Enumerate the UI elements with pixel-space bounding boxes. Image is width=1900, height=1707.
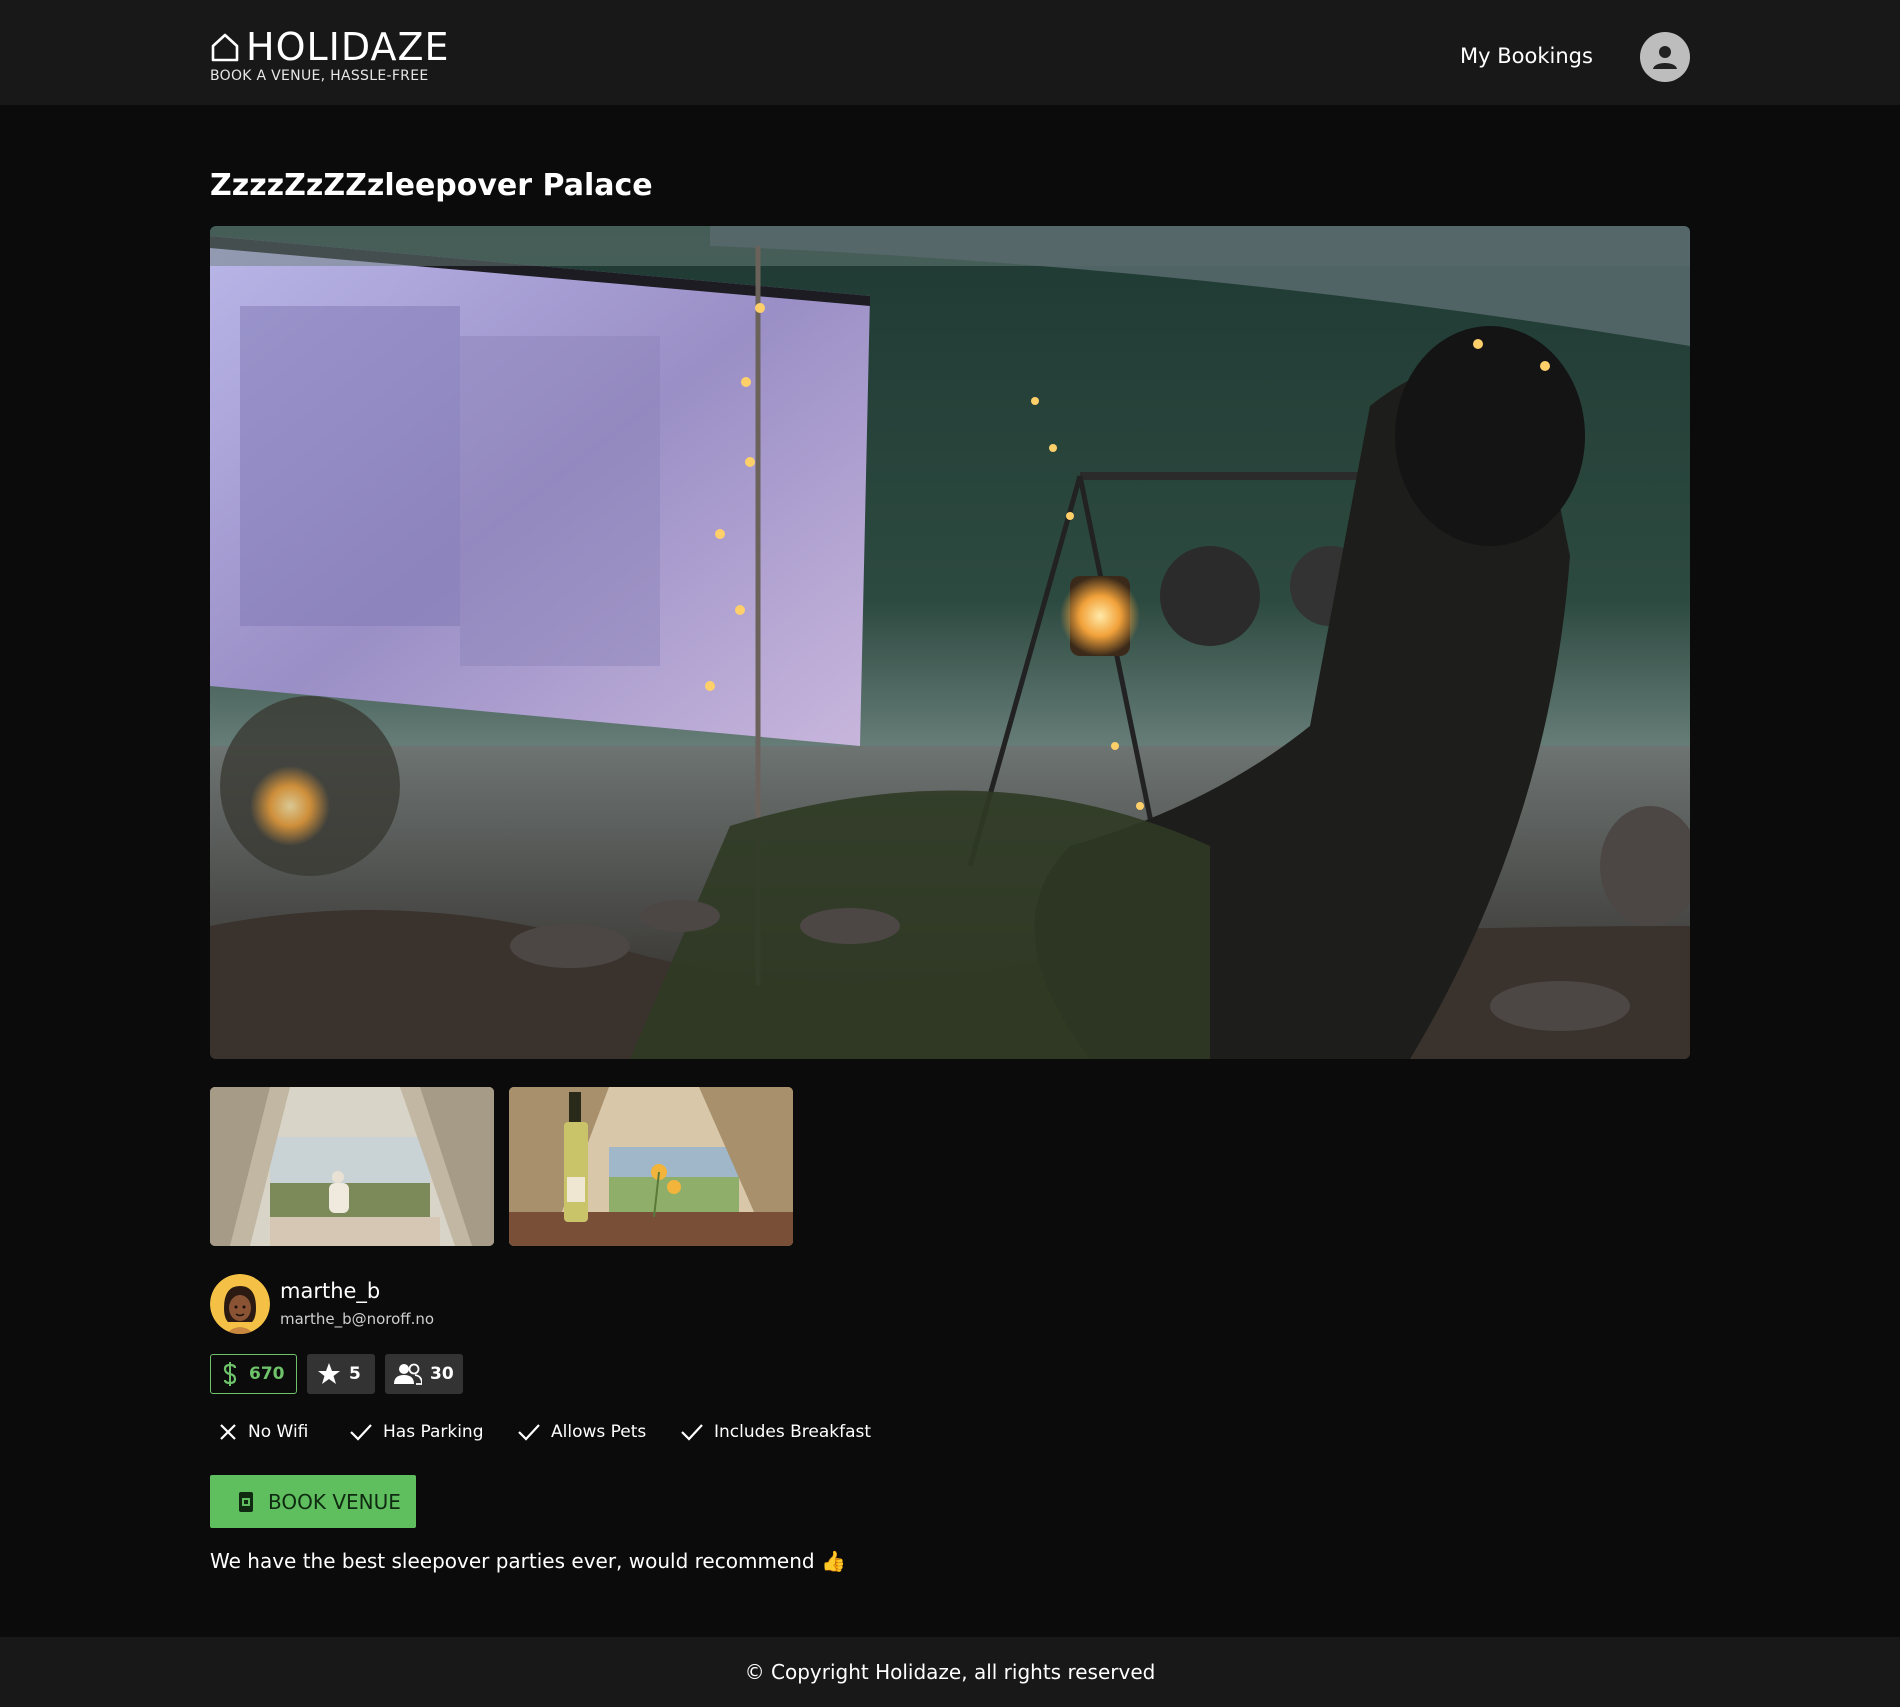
tent-wine-flowers-photo bbox=[509, 1087, 793, 1246]
owner-avatar bbox=[210, 1274, 270, 1334]
check-icon bbox=[681, 1424, 703, 1441]
owner-avatar-illustration-icon bbox=[210, 1274, 270, 1334]
booking-calendar-icon bbox=[239, 1491, 253, 1512]
venue-title: ZzzzZzZZzleepover Palace bbox=[210, 168, 653, 203]
footer-copyright: © Copyright Holidaze, all rights reserve… bbox=[744, 1660, 1156, 1684]
amenity-pets: Allows Pets bbox=[517, 1422, 646, 1442]
nav-my-bookings-link[interactable]: My Bookings bbox=[1460, 44, 1593, 68]
star-icon bbox=[318, 1363, 340, 1384]
brand-row: HOLIDAZE bbox=[210, 28, 450, 66]
profile-menu-button[interactable] bbox=[1640, 32, 1690, 82]
max-guests-chip: 30 bbox=[385, 1354, 463, 1394]
top-navigation-bar: HOLIDAZE BOOK A VENUE, HASSLE-FREE My Bo… bbox=[0, 0, 1900, 105]
price-chip: 670 bbox=[210, 1354, 297, 1394]
close-icon bbox=[220, 1424, 236, 1440]
page-footer: © Copyright Holidaze, all rights reserve… bbox=[0, 1637, 1900, 1707]
max-guests-value: 30 bbox=[430, 1364, 454, 1384]
rating-chip: 5 bbox=[307, 1354, 375, 1394]
brand-tagline: BOOK A VENUE, HASSLE-FREE bbox=[210, 68, 429, 84]
owner-name: marthe_b bbox=[280, 1279, 381, 1303]
brand-logo[interactable]: HOLIDAZE BOOK A VENUE, HASSLE-FREE bbox=[210, 28, 450, 84]
gallery-thumbnail-2[interactable] bbox=[509, 1087, 793, 1246]
tent-lake-picnic-photo bbox=[210, 1087, 494, 1246]
dollar-icon bbox=[223, 1362, 237, 1386]
amenity-parking: Has Parking bbox=[349, 1422, 484, 1442]
hero-image bbox=[210, 226, 1690, 1059]
gallery-thumbnail-1[interactable] bbox=[210, 1087, 494, 1246]
price-value: 670 bbox=[249, 1364, 285, 1384]
book-venue-button[interactable]: BOOK VENUE bbox=[210, 1475, 416, 1528]
amenity-breakfast: Includes Breakfast bbox=[680, 1422, 871, 1442]
venue-description: We have the best sleepover parties ever,… bbox=[210, 1549, 846, 1573]
amenity-wifi: No Wifi bbox=[218, 1422, 308, 1442]
check-icon bbox=[518, 1424, 540, 1441]
rating-value: 5 bbox=[349, 1364, 361, 1384]
outdoor-cinema-campsite-photo bbox=[210, 226, 1690, 1059]
amenity-label: Allows Pets bbox=[551, 1422, 647, 1442]
amenity-label: Includes Breakfast bbox=[714, 1422, 872, 1442]
book-venue-label: BOOK VENUE bbox=[268, 1489, 401, 1514]
brand-name: HOLIDAZE bbox=[246, 25, 450, 69]
amenity-label: Has Parking bbox=[383, 1422, 484, 1442]
amenity-label: No Wifi bbox=[248, 1422, 309, 1442]
check-icon bbox=[350, 1424, 372, 1441]
house-outline-icon bbox=[211, 33, 239, 62]
account-circle-icon bbox=[1653, 46, 1677, 69]
people-icon bbox=[394, 1363, 422, 1385]
owner-email: marthe_b@noroff.no bbox=[280, 1310, 435, 1328]
